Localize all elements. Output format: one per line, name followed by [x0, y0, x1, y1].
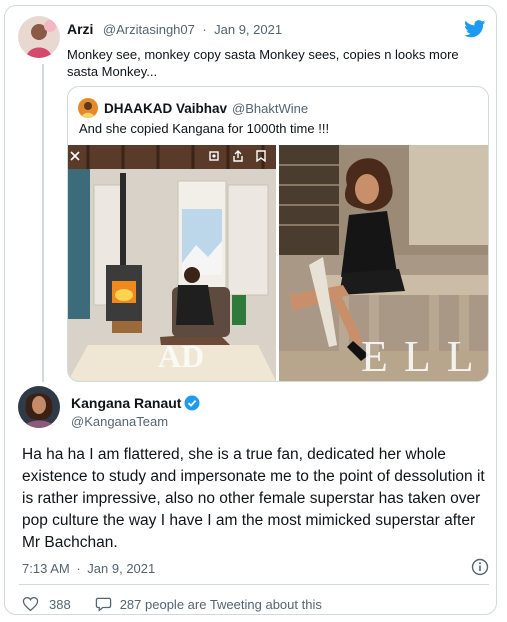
tweet-date[interactable]: Jan 9, 2021 [87, 561, 155, 576]
quoted-author-name: DHAAKAD Vaibhav [104, 100, 228, 116]
tweet-time[interactable]: 7:13 AM [22, 561, 70, 576]
quoted-tweet[interactable]: DHAAKAD Vaibhav @BhaktWine And she copie… [67, 86, 489, 382]
share-icon[interactable] [232, 150, 244, 162]
main-author-name[interactable]: Kangana Ranaut [71, 395, 181, 411]
tweet-actions: 388 287 people are Tweeting about this [22, 596, 322, 612]
reply-text: Monkey see, monkey copy sasta Monkey see… [67, 47, 459, 79]
heart-icon [22, 596, 39, 612]
tweeting-about-link[interactable]: 287 people are Tweeting about this [95, 596, 322, 612]
quoted-text: And she copied Kangana for 1000th time !… [79, 121, 330, 136]
main-author-block: Kangana Ranaut @KanganaTeam [71, 395, 200, 429]
main-avatar[interactable] [18, 386, 60, 428]
reply-separator: · [202, 22, 207, 37]
reply-author-name[interactable]: Arzi [67, 21, 93, 37]
quoted-header: DHAAKAD Vaibhav @BhaktWine [78, 97, 308, 119]
info-icon[interactable] [471, 558, 489, 576]
like-button[interactable]: 388 [22, 596, 71, 612]
tweet-timestamp[interactable]: 7:13 AM · Jan 9, 2021 [22, 561, 155, 576]
reply-avatar[interactable] [18, 16, 60, 58]
quoted-handle: @BhaktWine [232, 100, 309, 116]
bookmark-icon[interactable] [256, 150, 266, 162]
comment-bubble-icon [95, 597, 111, 612]
main-handle[interactable]: @KanganaTeam [71, 414, 200, 429]
tweeting-about-text: 287 people are Tweeting about this [119, 596, 322, 612]
expand-icon[interactable] [208, 150, 220, 162]
left-photo-watermark: AD [158, 338, 204, 374]
timestamp-separator: · [76, 561, 81, 576]
quoted-photo-right[interactable]: ELLI [279, 145, 489, 381]
quoted-avatar [78, 98, 98, 118]
twitter-bird-icon[interactable] [464, 20, 486, 38]
reply-header: Arzi @Arzitasingh07 · Jan 9, 2021 [67, 21, 282, 39]
quoted-photo-left[interactable]: AD [68, 145, 276, 381]
reply-handle[interactable]: @Arzitasingh07 [103, 22, 195, 37]
thread-line [42, 64, 44, 382]
verified-badge-icon [184, 395, 200, 411]
like-count: 388 [49, 596, 71, 612]
main-tweet-text: Ha ha ha I am flattered, she is a true f… [22, 446, 485, 551]
actions-divider [19, 584, 489, 585]
close-icon[interactable] [70, 151, 80, 161]
right-photo-watermark: ELLI [361, 332, 489, 381]
reply-date[interactable]: Jan 9, 2021 [214, 22, 282, 37]
tweet-card: Arzi @Arzitasingh07 · Jan 9, 2021 Monkey… [4, 5, 497, 615]
